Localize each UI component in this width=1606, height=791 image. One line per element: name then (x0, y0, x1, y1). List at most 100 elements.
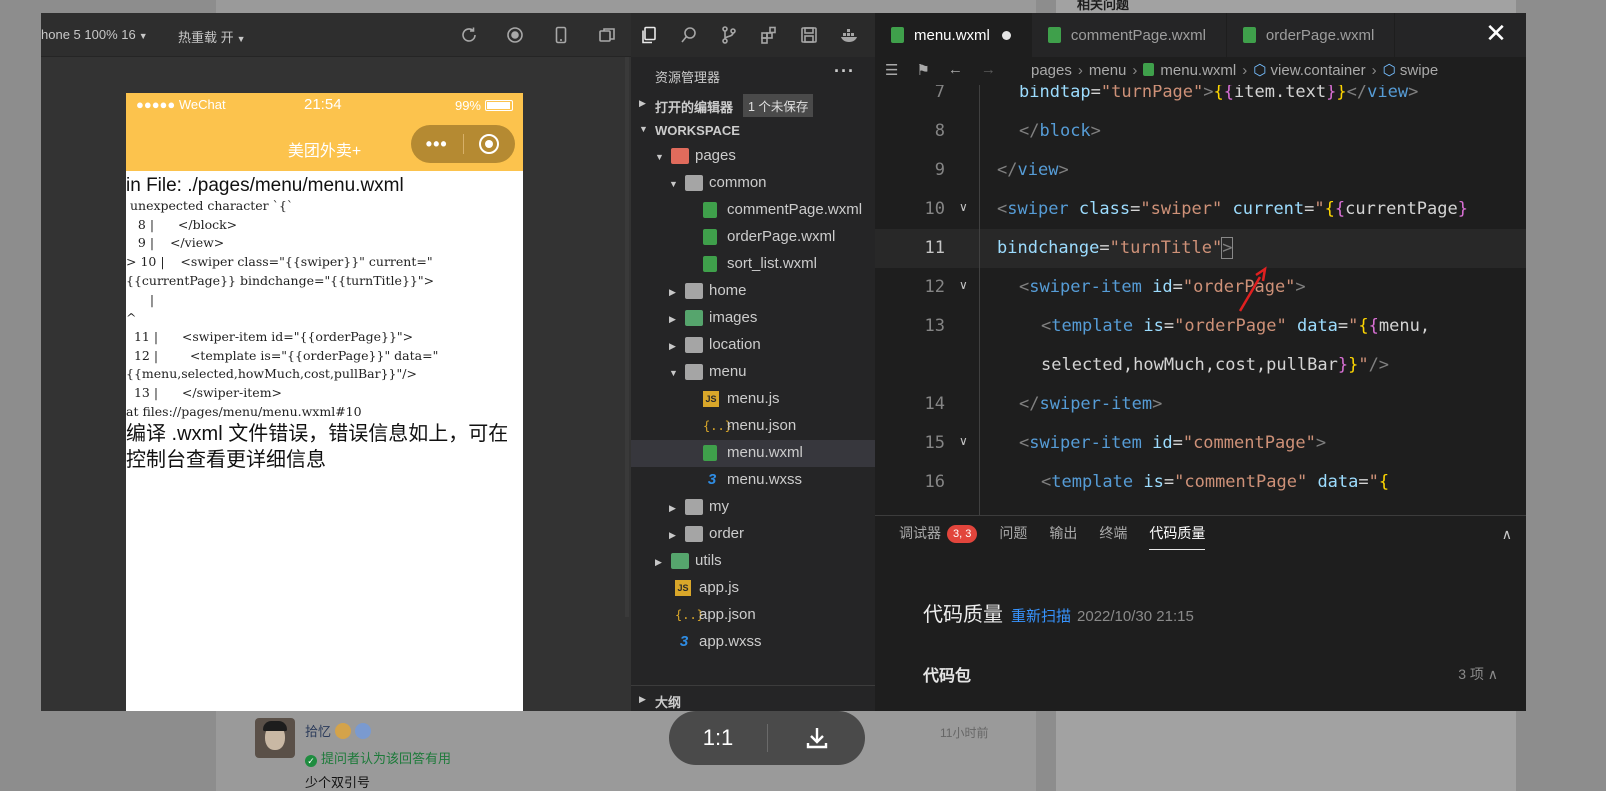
more-icon[interactable]: ••• (411, 134, 463, 155)
device-label: hone 5 100% 16 (41, 27, 136, 42)
windows-icon[interactable] (597, 25, 617, 45)
close-icon[interactable]: ✕ (1482, 19, 1510, 47)
hot-reload-select[interactable]: 热重载 开 ▼ (178, 27, 246, 46)
save-icon[interactable] (799, 25, 819, 45)
breadcrumb-item[interactable]: view.container (1271, 62, 1366, 79)
open-editors-section[interactable]: ▶ 打开的编辑器 1 个未保存 (631, 91, 875, 117)
tab-terminal[interactable]: 终端 (1099, 522, 1127, 550)
tree-item-common[interactable]: ▼ common (631, 170, 875, 197)
tree-item-app-json[interactable]: {..} app.json (631, 602, 875, 629)
code-area[interactable]: 7 bindtap="turnPage">{{item.text}}</view… (875, 85, 1526, 515)
list-icon[interactable]: ☰ (885, 61, 898, 79)
phone-icon[interactable] (551, 25, 571, 45)
wxml-file-icon (703, 256, 717, 272)
chevron-down-icon[interactable]: ∨ (959, 434, 968, 448)
tree-item-my[interactable]: ▶ my (631, 494, 875, 521)
forward-arrow-icon[interactable]: → (981, 61, 996, 79)
code-text: </block> (1019, 121, 1101, 141)
answer-user-name[interactable]: 拾忆 (305, 724, 331, 739)
breadcrumb-item[interactable]: pages (1031, 62, 1072, 79)
tree-item-pages[interactable]: ▼ pages (631, 143, 875, 170)
tab-code-quality[interactable]: 代码质量 (1149, 522, 1206, 550)
tab-label: commentPage.wxml (1070, 26, 1206, 44)
tree-item-label: pages (695, 147, 736, 164)
folder-icon (685, 499, 703, 515)
error-count-badge: 3, 3 (947, 525, 978, 543)
tab-debugger[interactable]: 调试器 3, 3 (899, 522, 978, 550)
search-icon[interactable] (679, 25, 699, 45)
tree-item-app-wxss[interactable]: 3 app.wxss (631, 629, 875, 656)
back-arrow-icon[interactable]: ← (948, 61, 963, 79)
code-line: 14 </swiper-item> (875, 385, 1526, 424)
tree-item-app-js[interactable]: JS app.js (631, 575, 875, 602)
tree-item-sort-list-wxml[interactable]: sort_list.wxml (631, 251, 875, 278)
tree-item-orderpage-wxml[interactable]: orderPage.wxml (631, 224, 875, 251)
tab-problems[interactable]: 问题 (999, 522, 1027, 550)
download-icon[interactable] (768, 725, 865, 751)
tree-item-label: menu.js (727, 390, 780, 407)
folder-icon (685, 283, 703, 299)
tree-item-label: app.json (699, 606, 756, 623)
answer-user[interactable]: 拾忆 (305, 721, 372, 740)
related-questions-title: 相关问题 (1077, 0, 1130, 12)
tree-item-home[interactable]: ▶ home (631, 278, 875, 305)
zoom-ratio-button[interactable]: 1:1 (669, 725, 767, 751)
files-icon[interactable] (639, 25, 659, 45)
carrier-text: ●●●●● WeChat (136, 97, 226, 112)
refresh-icon[interactable] (459, 25, 479, 45)
tab-output[interactable]: 输出 (1049, 522, 1077, 550)
tree-item-label: menu (709, 363, 747, 380)
answer-text: 少个双引号 (305, 775, 371, 790)
tree-item-menu-js[interactable]: JS menu.js (631, 386, 875, 413)
breadcrumb-item[interactable]: swipe (1400, 62, 1438, 79)
breadcrumb-item[interactable]: menu (1089, 62, 1127, 79)
record-icon[interactable] (505, 25, 525, 45)
red-annotation-arrow-icon (1238, 266, 1267, 312)
package-label: 代码包 (923, 668, 972, 685)
battery-icon (485, 100, 513, 111)
tree-item-label: utils (695, 552, 722, 569)
device-select[interactable]: hone 5 100% 16 ▼ (41, 27, 148, 42)
extensions-icon[interactable] (759, 25, 779, 45)
code-line: selected,howMuch,cost,pullBar}}"/> (875, 346, 1526, 385)
package-count[interactable]: 3 项 ∧ (1458, 664, 1498, 684)
tree-item-menu-json[interactable]: {..} menu.json (631, 413, 875, 440)
close-target-icon[interactable] (463, 134, 515, 154)
avatar[interactable] (255, 718, 295, 758)
error-line: 12 | <template is="{{orderPage}}" data=" (126, 347, 439, 363)
code-line: 9 </view> (875, 151, 1526, 190)
chevron-down-icon[interactable]: ∨ (959, 200, 968, 214)
workspace-section[interactable]: ▼ WORKSPACE (631, 117, 875, 143)
line-number: 8 (934, 121, 945, 141)
bookmark-icon[interactable]: ⚑ (916, 61, 929, 79)
tree-item-commentpage-wxml[interactable]: commentPage.wxml (631, 197, 875, 224)
chevron-up-icon[interactable]: ∧ (1502, 526, 1512, 543)
tree-item-label: home (709, 282, 747, 299)
tree-item-images[interactable]: ▶ images (631, 305, 875, 332)
breadcrumb-item[interactable]: menu.wxml (1160, 62, 1236, 79)
chevron-down-icon[interactable]: ∨ (959, 278, 968, 292)
rescan-link[interactable]: 重新扫描 (1011, 608, 1071, 625)
code-quality-header: 代码质量 重新扫描 2022/10/30 21:15 (923, 598, 1194, 627)
tab-orderpage-wxml[interactable]: orderPage.wxml (1227, 13, 1396, 57)
docker-icon[interactable] (839, 25, 859, 45)
tree-item-location[interactable]: ▶ location (631, 332, 875, 359)
code-text: </view> (997, 160, 1069, 180)
folder-icon (685, 175, 703, 191)
tree-item-order[interactable]: ▶ order (631, 521, 875, 548)
tree-item-menu-wxml[interactable]: menu.wxml (631, 440, 875, 467)
tab-menu-wxml[interactable]: menu.wxml (875, 13, 1032, 57)
tree-item-utils[interactable]: ▶ utils (631, 548, 875, 575)
tab-commentpage-wxml[interactable]: commentPage.wxml (1032, 13, 1227, 57)
tree-item-menu-wxss[interactable]: 3 menu.wxss (631, 467, 875, 494)
chevron-down-icon: ▼ (236, 34, 246, 44)
more-actions-icon[interactable]: ··· (834, 61, 855, 82)
panel-sash[interactable] (625, 57, 629, 617)
tree-item-label: images (709, 309, 758, 326)
tree-item-label: menu.json (727, 417, 797, 434)
tree-item-menu[interactable]: ▼ menu (631, 359, 875, 386)
source-control-icon[interactable] (719, 25, 739, 45)
outline-section[interactable]: ▶ 大纲 (631, 685, 875, 711)
unsaved-dot-icon[interactable] (1001, 30, 1011, 40)
line-number: 11 (924, 238, 945, 258)
